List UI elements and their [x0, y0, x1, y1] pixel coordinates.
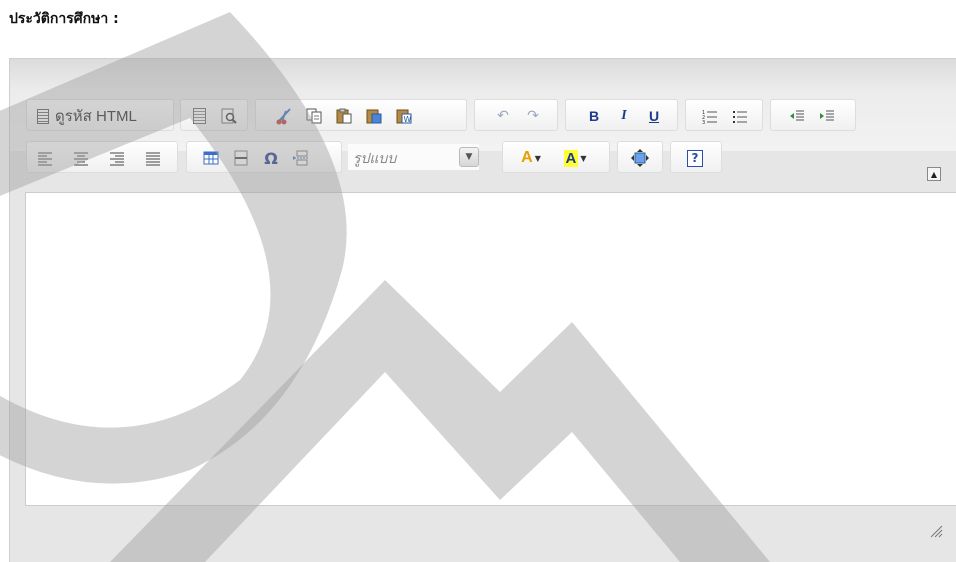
outdent-icon: [790, 110, 804, 121]
undo-button[interactable]: ↶: [491, 104, 515, 128]
resize-handle-icon[interactable]: [929, 524, 945, 540]
toolbar-group-colors: A ▼ A ▼: [502, 141, 610, 173]
toolbar-group-lists: 123: [685, 99, 763, 131]
align-right-icon: [110, 152, 124, 166]
special-char-button[interactable]: Ω: [259, 146, 283, 170]
section-title: ประวัติการศึกษา :: [9, 11, 119, 27]
editor-content-area[interactable]: [25, 192, 956, 506]
bulleted-list-button[interactable]: [728, 104, 752, 128]
paste-button[interactable]: [332, 104, 356, 128]
toolbar-group-alignment: [26, 141, 178, 173]
scissors-icon: [276, 108, 291, 125]
copy-button[interactable]: [302, 104, 326, 128]
background-color-icon: A: [563, 149, 579, 167]
templates-icon: [192, 108, 206, 124]
toolbar-group-basic-styles: B I U: [565, 99, 678, 131]
triangle-up-icon: ▲: [930, 169, 938, 179]
italic-icon: I: [621, 108, 627, 123]
undo-icon: ↶: [497, 108, 509, 124]
toolbar-group-undo: ↶ ↷: [474, 99, 558, 131]
collapse-toolbar-button[interactable]: ▲: [927, 167, 941, 181]
toolbar-group-indent: [770, 99, 856, 131]
background-color-button[interactable]: A ▼: [557, 146, 593, 170]
toolbar-group-tools: [617, 141, 663, 173]
outdent-button[interactable]: [785, 104, 809, 128]
align-center-icon: [74, 152, 88, 166]
numbered-list-icon: 123: [702, 110, 717, 124]
chevron-down-icon: ▼: [534, 153, 541, 163]
toolbar-group-document: ดูรหัส HTML: [26, 99, 174, 131]
toolbar-group-about: ?: [670, 141, 722, 173]
paste-text-icon: [366, 109, 382, 124]
text-color-button[interactable]: A ▼: [513, 146, 549, 170]
svg-text:3: 3: [702, 120, 705, 124]
horizontal-rule-icon: [234, 150, 248, 166]
page-break-button[interactable]: [289, 146, 313, 170]
source-button-label: ดูรหัส HTML: [55, 108, 137, 125]
toolbar-group-page: [180, 99, 248, 131]
underline-button[interactable]: U: [642, 104, 666, 128]
omega-icon: Ω: [264, 148, 278, 168]
paste-icon: [336, 108, 352, 124]
indent-button[interactable]: [815, 104, 839, 128]
italic-button[interactable]: I: [612, 104, 636, 128]
format-combo-label: รูปแบบ: [353, 150, 397, 166]
horizontal-rule-button[interactable]: [229, 146, 253, 170]
cut-button[interactable]: [272, 104, 296, 128]
maximize-icon: [631, 149, 649, 167]
source-button[interactable]: ดูรหัส HTML: [33, 104, 141, 128]
templates-button[interactable]: [187, 104, 211, 128]
toolbar-group-insert: Ω: [186, 141, 342, 173]
chevron-down-icon: ▼: [580, 153, 587, 163]
indent-icon: [820, 110, 834, 121]
redo-button[interactable]: ↷: [521, 104, 545, 128]
paste-text-button[interactable]: [362, 104, 386, 128]
align-right-button[interactable]: [105, 146, 129, 170]
page-break-icon: [293, 150, 308, 166]
preview-icon: [221, 108, 237, 124]
bold-icon: B: [588, 108, 600, 124]
table-icon: [203, 151, 219, 165]
format-combo[interactable]: รูปแบบ ▼: [348, 144, 479, 170]
numbered-list-button[interactable]: 123: [698, 104, 722, 128]
toolbar-group-clipboard: W: [255, 99, 467, 131]
rich-text-editor: ดูรหัส HTML W ↶ ↷ B I U 1 2 3 Ω รูปแบบ ▼…: [9, 58, 956, 562]
source-icon: [37, 108, 49, 124]
align-left-button[interactable]: [33, 146, 57, 170]
chevron-down-icon[interactable]: ▼: [459, 147, 479, 167]
align-center-button[interactable]: [69, 146, 93, 170]
align-left-icon: [38, 152, 52, 166]
svg-text:W: W: [404, 115, 412, 124]
bold-button[interactable]: B: [582, 104, 606, 128]
help-icon: ?: [687, 149, 703, 167]
table-button[interactable]: [199, 146, 223, 170]
about-button[interactable]: ?: [683, 146, 707, 170]
text-color-icon: A: [521, 149, 533, 166]
preview-button[interactable]: [217, 104, 241, 128]
copy-icon: [306, 108, 322, 124]
redo-icon: ↷: [527, 108, 539, 124]
underline-icon: U: [648, 108, 660, 124]
paste-word-button[interactable]: W: [392, 104, 416, 128]
bulleted-list-icon: [733, 111, 747, 123]
paste-word-icon: W: [396, 109, 412, 124]
justify-button[interactable]: [141, 146, 165, 170]
justify-icon: [146, 152, 160, 166]
maximize-button[interactable]: [628, 146, 652, 170]
